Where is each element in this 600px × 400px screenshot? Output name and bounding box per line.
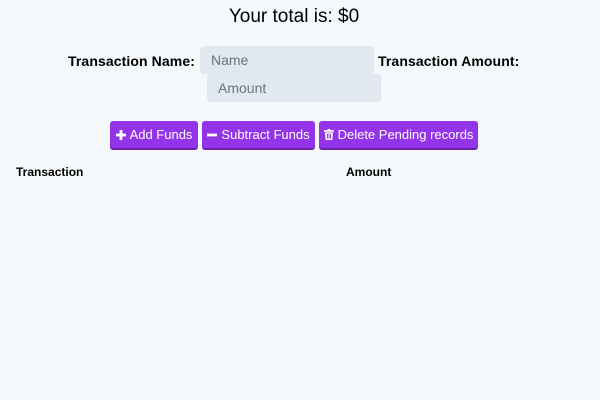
add-funds-button[interactable]: Add Funds bbox=[110, 121, 198, 150]
transaction-name-input[interactable] bbox=[200, 46, 374, 74]
transaction-name-label: Transaction Name: bbox=[68, 53, 195, 69]
transaction-amount-input[interactable] bbox=[207, 74, 381, 102]
budget-tracker-page: Your total is: $0 Transaction Name: Tran… bbox=[0, 0, 600, 400]
delete-pending-button[interactable]: Delete Pending records bbox=[319, 121, 478, 150]
subtract-funds-button[interactable]: Subtract Funds bbox=[202, 121, 315, 150]
subtract-funds-label: Subtract Funds bbox=[221, 127, 310, 142]
column-header-amount: Amount bbox=[346, 165, 392, 179]
add-funds-label: Add Funds bbox=[129, 127, 193, 142]
plus-icon bbox=[115, 129, 126, 140]
delete-pending-label: Delete Pending records bbox=[337, 127, 474, 142]
total-heading: Your total is: $0 bbox=[228, 6, 360, 27]
column-header-transaction: Transaction bbox=[16, 165, 84, 179]
trash-icon bbox=[323, 129, 334, 140]
transaction-amount-label: Transaction Amount: bbox=[378, 53, 520, 69]
minus-icon bbox=[207, 130, 218, 140]
